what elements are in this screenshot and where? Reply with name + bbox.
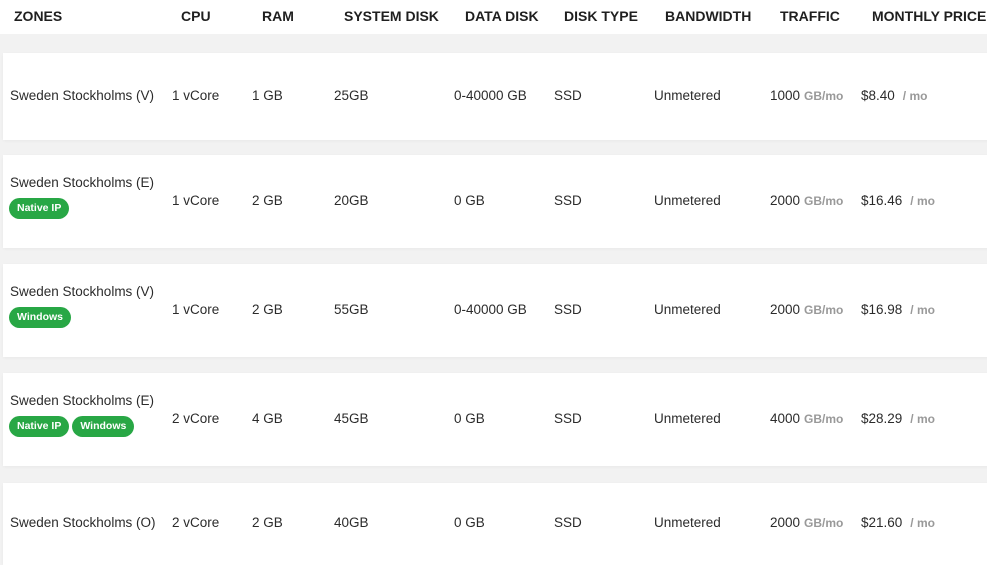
traffic-cell: 2000 GB/mo bbox=[770, 515, 843, 530]
cpu-cell: 1 vCore bbox=[172, 88, 220, 103]
traffic-value: 4000 bbox=[770, 411, 801, 426]
zone-badges: Native IP Windows bbox=[9, 416, 137, 437]
traffic-unit: GB/mo bbox=[804, 516, 844, 530]
price-cell: $16.98 / mo bbox=[861, 302, 935, 317]
native-ip-badge: Native IP bbox=[9, 198, 70, 219]
traffic-cell: 1000 GB/mo bbox=[770, 88, 843, 103]
system-disk-cell: 40GB bbox=[334, 515, 369, 530]
disk-type-cell: SSD bbox=[554, 515, 582, 530]
price-value: $28.29 bbox=[861, 411, 903, 426]
ram-cell: 2 GB bbox=[252, 193, 283, 208]
price-cell: $21.60 / mo bbox=[861, 515, 935, 530]
price-unit: / mo bbox=[910, 303, 935, 317]
traffic-unit: GB/mo bbox=[804, 89, 844, 103]
price-cell: $16.46 / mo bbox=[861, 193, 935, 208]
data-disk-cell: 0-40000 GB bbox=[454, 302, 527, 317]
traffic-value: 2000 bbox=[770, 193, 801, 208]
traffic-value: 1000 bbox=[770, 88, 801, 103]
price-cell: $8.40 / mo bbox=[861, 88, 927, 103]
traffic-unit: GB/mo bbox=[804, 194, 844, 208]
cpu-cell: 1 vCore bbox=[172, 193, 220, 208]
zone-name: Sweden Stockholms (O) bbox=[10, 515, 156, 530]
bandwidth-cell: Unmetered bbox=[654, 302, 721, 317]
header-ram: RAM bbox=[262, 8, 294, 24]
table-row[interactable]: Sweden Stockholms (E) Native IP 1 vCore 2 G… bbox=[3, 155, 987, 248]
header-zones: ZONES bbox=[14, 8, 63, 24]
zone-badges: Windows bbox=[9, 307, 74, 328]
header-system-disk: SYSTEM DISK bbox=[344, 8, 439, 24]
table-header: ZONES CPU RAM SYSTEM DISK DATA DISK DISK… bbox=[0, 0, 987, 34]
traffic-value: 2000 bbox=[770, 302, 801, 317]
table-row[interactable]: Sweden Stockholms (O) 2 vCore 2 GB 40GB 0 GB… bbox=[3, 483, 987, 565]
table-row[interactable]: Sweden Stockholms (V) Windows 1 vCore 2 GB 5… bbox=[3, 264, 987, 357]
header-data-disk: DATA DISK bbox=[465, 8, 539, 24]
table-row[interactable]: Sweden Stockholms (E) Native IP Windows 2 v… bbox=[3, 373, 987, 466]
disk-type-cell: SSD bbox=[554, 88, 582, 103]
zone-name: Sweden Stockholms (V) bbox=[10, 88, 155, 103]
system-disk-cell: 45GB bbox=[334, 411, 369, 426]
price-value: $21.60 bbox=[861, 515, 903, 530]
traffic-unit: GB/mo bbox=[804, 412, 844, 426]
table-row[interactable]: Sweden Stockholms (V) 1 vCore 1 GB 25GB 0-40… bbox=[3, 53, 987, 140]
cpu-cell: 2 vCore bbox=[172, 515, 220, 530]
ram-cell: 1 GB bbox=[252, 88, 283, 103]
price-cell: $28.29 / mo bbox=[861, 411, 935, 426]
traffic-cell: 2000 GB/mo bbox=[770, 302, 843, 317]
cpu-cell: 2 vCore bbox=[172, 411, 220, 426]
data-disk-cell: 0 GB bbox=[454, 193, 485, 208]
header-bandwidth: BANDWIDTH bbox=[665, 8, 752, 24]
disk-type-cell: SSD bbox=[554, 193, 582, 208]
traffic-value: 2000 bbox=[770, 515, 801, 530]
bandwidth-cell: Unmetered bbox=[654, 515, 721, 530]
ram-cell: 2 GB bbox=[252, 515, 283, 530]
ram-cell: 4 GB bbox=[252, 411, 283, 426]
traffic-cell: 4000 GB/mo bbox=[770, 411, 843, 426]
system-disk-cell: 20GB bbox=[334, 193, 369, 208]
ram-cell: 2 GB bbox=[252, 302, 283, 317]
data-disk-cell: 0-40000 GB bbox=[454, 88, 527, 103]
price-unit: / mo bbox=[910, 516, 935, 530]
price-value: $16.46 bbox=[861, 193, 903, 208]
zone-name: Sweden Stockholms (E) bbox=[10, 393, 155, 408]
header-traffic: TRAFFIC bbox=[780, 8, 840, 24]
disk-type-cell: SSD bbox=[554, 411, 582, 426]
native-ip-badge: Native IP bbox=[9, 416, 70, 437]
zone-name: Sweden Stockholms (V) bbox=[10, 284, 155, 299]
system-disk-cell: 25GB bbox=[334, 88, 369, 103]
price-unit: / mo bbox=[902, 89, 928, 103]
traffic-unit: GB/mo bbox=[804, 303, 844, 317]
disk-type-cell: SSD bbox=[554, 302, 582, 317]
data-disk-cell: 0 GB bbox=[454, 515, 485, 530]
price-value: $16.98 bbox=[861, 302, 903, 317]
bandwidth-cell: Unmetered bbox=[654, 88, 721, 103]
traffic-cell: 2000 GB/mo bbox=[770, 193, 843, 208]
data-disk-cell: 0 GB bbox=[454, 411, 485, 426]
zone-name: Sweden Stockholms (E) bbox=[10, 175, 155, 190]
header-disk-type: DISK TYPE bbox=[564, 8, 638, 24]
header-cpu: CPU bbox=[181, 8, 211, 24]
bandwidth-cell: Unmetered bbox=[654, 411, 721, 426]
price-value: $8.40 bbox=[861, 88, 895, 103]
zone-badges: Native IP bbox=[9, 198, 72, 219]
bandwidth-cell: Unmetered bbox=[654, 193, 721, 208]
header-monthly-price: MONTHLY PRICE bbox=[872, 8, 987, 24]
cpu-cell: 1 vCore bbox=[172, 302, 220, 317]
price-unit: / mo bbox=[910, 194, 935, 208]
windows-badge: Windows bbox=[9, 307, 71, 328]
price-unit: / mo bbox=[910, 412, 935, 426]
system-disk-cell: 55GB bbox=[334, 302, 369, 317]
windows-badge: Windows bbox=[72, 416, 135, 437]
